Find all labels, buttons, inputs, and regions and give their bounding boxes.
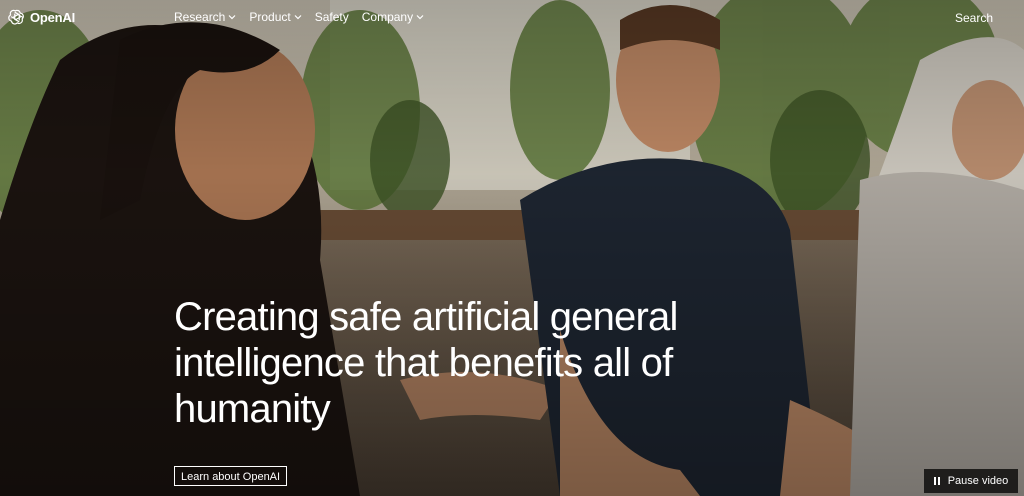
openai-logo-link[interactable]: OpenAI xyxy=(8,8,75,26)
nav-item-safety[interactable]: Safety xyxy=(315,10,349,24)
pause-video-label: Pause video xyxy=(947,475,1009,487)
nav-item-company[interactable]: Company xyxy=(362,10,424,24)
nav-item-label: Product xyxy=(249,10,291,24)
learn-about-openai-button[interactable]: Learn about OpenAI xyxy=(174,466,288,486)
main-menu: Research Product Safety Company xyxy=(174,10,424,24)
chevron-down-icon xyxy=(294,15,302,20)
chevron-down-icon xyxy=(228,15,236,20)
chevron-down-icon xyxy=(416,15,424,20)
nav-item-label: Research xyxy=(174,10,226,24)
nav-item-research[interactable]: Research xyxy=(174,10,236,24)
nav-item-label: Company xyxy=(361,10,414,24)
nav-item-product[interactable]: Product xyxy=(249,10,302,24)
hero-section: OpenAI Research Product Safety Company S… xyxy=(0,0,1024,496)
nav-item-label: Safety xyxy=(314,10,349,24)
openai-knot-icon xyxy=(8,8,26,26)
search-button[interactable]: Search xyxy=(955,11,993,25)
brand-name: OpenAI xyxy=(30,9,76,25)
pause-icon xyxy=(933,477,940,485)
hero-headline: Creating safe artificial general intelli… xyxy=(174,295,678,431)
pause-video-button[interactable]: Pause video xyxy=(924,469,1018,493)
top-navigation: OpenAI Research Product Safety Company S… xyxy=(0,0,1024,34)
